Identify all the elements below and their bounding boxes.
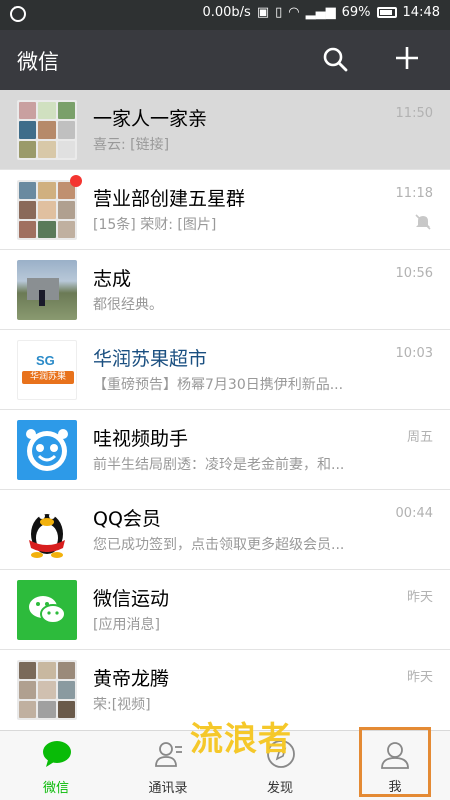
signal-icon: ▂▄▆ <box>305 5 336 20</box>
chat-row[interactable]: 营业部创建五星群 [15条] 荣财: [图片] 11:18 <box>0 170 450 250</box>
chat-name: 黄帝龙腾 <box>93 668 170 690</box>
chat-name: 微信运动 <box>93 588 170 610</box>
chat-list: 一家人一家亲 喜云: [链接] 11:50 营业部创建五星群 [15条] 荣财:… <box>0 90 450 730</box>
clock: 14:48 <box>402 5 440 20</box>
chat-time: 周五 <box>406 430 433 445</box>
chat-name: 营业部创建五星群 <box>93 188 246 210</box>
chat-row[interactable]: QQ会员 您已成功签到，点击领取更多超级会员... 00:44 <box>0 490 450 570</box>
nfc-icon: ▣ <box>256 5 270 20</box>
tab-label: 我 <box>388 780 402 795</box>
qq-penguin-icon <box>17 500 77 560</box>
search-icon[interactable] <box>322 46 348 72</box>
chat-preview: 您已成功签到，点击领取更多超级会员... <box>93 537 345 553</box>
avatar <box>17 260 77 320</box>
group-avatar <box>17 660 77 720</box>
chat-name: QQ会员 <box>93 508 161 530</box>
chat-time: 昨天 <box>406 590 433 605</box>
chat-time: 昨天 <box>406 670 433 685</box>
battery-percent: 69% <box>341 5 371 20</box>
plus-icon[interactable] <box>394 45 420 71</box>
chat-preview: [应用消息] <box>93 617 160 633</box>
chat-preview: [15条] 荣财: [图片] <box>93 217 217 233</box>
unread-dot <box>70 175 82 187</box>
chat-preview: 前半生结局剧透：凌玲是老金前妻，和... <box>93 457 345 473</box>
chat-preview: 【重磅预告】杨幂7月30日携伊利新品... <box>93 377 344 393</box>
chat-preview: 都很经典。 <box>93 297 163 313</box>
chat-row[interactable]: SG 华润苏果 华润苏果超市 【重磅预告】杨幂7月30日携伊利新品... 10:… <box>0 330 450 410</box>
chat-name: 志成 <box>93 268 132 290</box>
chat-row[interactable]: 微信运动 [应用消息] 昨天 <box>0 570 450 650</box>
wifi-icon: ◠ <box>288 5 300 20</box>
chat-preview: 喜云: [链接] <box>93 137 170 153</box>
notification-icon <box>10 1 26 22</box>
chat-time: 11:18 <box>395 186 433 201</box>
group-avatar <box>17 100 77 160</box>
brand-logo: SG 华润苏果 <box>17 340 77 400</box>
person-icon <box>381 742 409 769</box>
tab-chats[interactable]: 微信 <box>0 731 112 800</box>
chat-row[interactable]: 一家人一家亲 喜云: [链接] 11:50 <box>0 90 450 170</box>
group-avatar <box>17 180 77 240</box>
chat-row[interactable]: 志成 都很经典。 10:56 <box>0 250 450 330</box>
chat-preview: 荣:[视频] <box>93 697 151 713</box>
chat-time: 10:56 <box>395 266 433 281</box>
chat-bubble-icon <box>43 741 71 767</box>
network-speed: 0.00b/s <box>202 5 251 20</box>
tab-label: 微信 <box>42 781 69 796</box>
chat-time: 11:50 <box>395 106 433 121</box>
video-assistant-icon <box>17 420 77 480</box>
watermark-text: 流浪者 <box>190 719 292 758</box>
tab-label: 发现 <box>266 781 293 796</box>
chat-name: 一家人一家亲 <box>93 108 208 130</box>
app-header: 微信 <box>0 30 450 90</box>
chat-name: 哇视频助手 <box>93 428 189 450</box>
chat-row[interactable]: 哇视频助手 前半生结局剧透：凌玲是老金前妻，和... 周五 <box>0 410 450 490</box>
page-title: 微信 <box>17 50 59 74</box>
tab-me[interactable]: 我 <box>359 727 431 797</box>
tab-label: 通讯录 <box>148 781 188 796</box>
mute-bell-icon <box>415 214 431 230</box>
chat-time: 00:44 <box>395 506 433 521</box>
chat-time: 10:03 <box>395 346 433 361</box>
battery-icon <box>376 7 397 18</box>
wechat-sport-icon <box>17 580 77 640</box>
vibrate-icon: ▯ <box>275 5 283 20</box>
contacts-icon <box>155 742 182 767</box>
chat-name: 华润苏果超市 <box>93 348 208 370</box>
logo-text: 华润苏果 <box>22 371 74 384</box>
status-bar: 0.00b/s ▣ ▯ ◠ ▂▄▆ 69% 14:48 <box>0 0 450 30</box>
